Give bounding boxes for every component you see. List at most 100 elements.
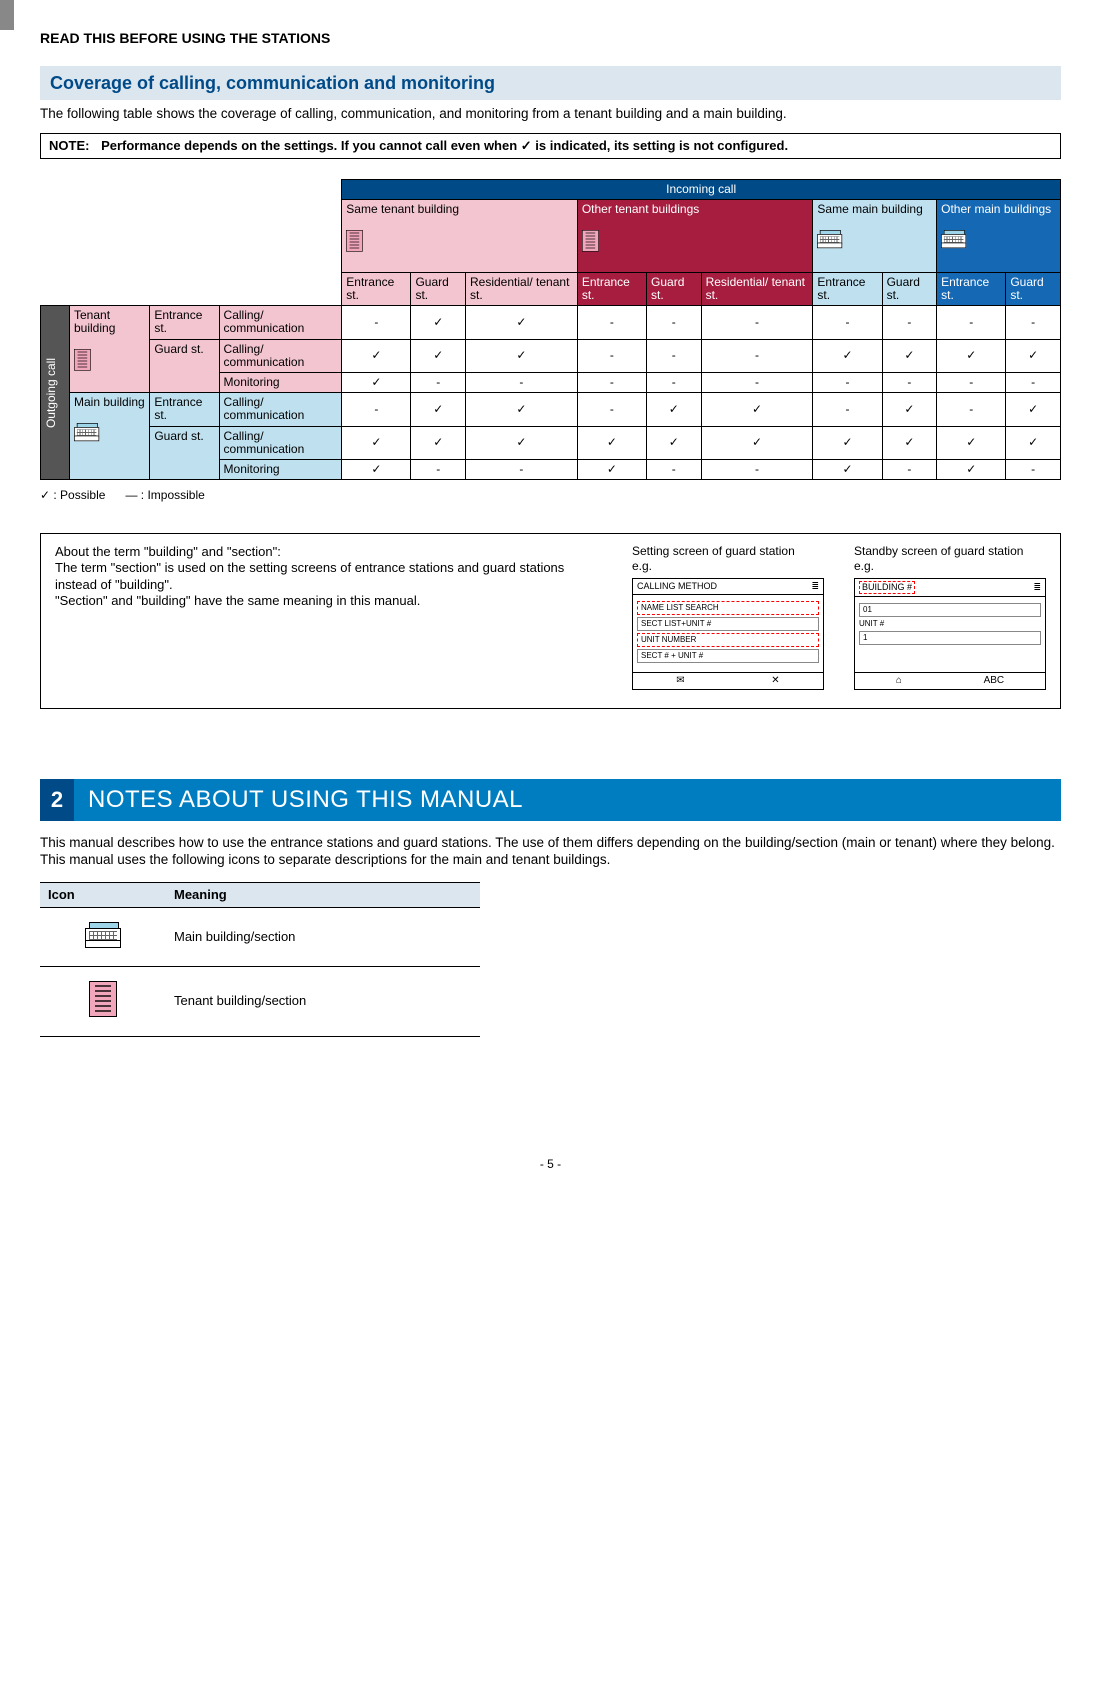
col-head: Guard st. bbox=[647, 272, 702, 305]
main-building-icon bbox=[817, 230, 842, 248]
action-label: Calling/ communication bbox=[219, 339, 342, 372]
group-same-main: Same main building bbox=[813, 200, 937, 273]
cell: - bbox=[647, 459, 702, 479]
close-icon: ✕ bbox=[771, 675, 779, 688]
group-label: Same tenant building bbox=[346, 202, 459, 216]
cell: - bbox=[466, 373, 578, 393]
cell: ✓ bbox=[647, 393, 702, 426]
group-same-tenant: Same tenant building bbox=[342, 200, 578, 273]
icon-meaning-table: Icon Meaning Main building/section Tenan… bbox=[40, 882, 480, 1037]
action-label: Calling/ communication bbox=[219, 306, 342, 339]
shot-row: 01 bbox=[859, 603, 1041, 617]
menu-icon: ≣ bbox=[1033, 582, 1041, 593]
cell: ✓ bbox=[701, 393, 813, 426]
th-icon: Icon bbox=[40, 882, 166, 907]
col-head: Entrance st. bbox=[937, 272, 1006, 305]
outgoing-label: Outgoing call bbox=[45, 358, 58, 428]
incoming-header: Incoming call bbox=[342, 180, 1061, 200]
tenant-building-icon bbox=[89, 981, 117, 1017]
cell: ✓ bbox=[813, 459, 882, 479]
mail-icon: ✉ bbox=[676, 675, 684, 688]
cell: ✓ bbox=[411, 426, 466, 459]
cell: - bbox=[1006, 373, 1061, 393]
cell: - bbox=[342, 306, 411, 339]
note-label: NOTE: bbox=[49, 138, 89, 153]
cell: ✓ bbox=[342, 426, 411, 459]
cell: - bbox=[342, 393, 411, 426]
cell: ✓ bbox=[813, 426, 882, 459]
cell: - bbox=[701, 306, 813, 339]
cell: - bbox=[1006, 459, 1061, 479]
col-head: Residential/ tenant st. bbox=[466, 272, 578, 305]
intro-paragraph: The following table shows the coverage o… bbox=[40, 106, 1061, 123]
action-label: Monitoring bbox=[219, 459, 342, 479]
cell: - bbox=[577, 373, 646, 393]
action-label: Monitoring bbox=[219, 373, 342, 393]
page-number: - 5 - bbox=[40, 1157, 1061, 1172]
shot2-caption: Standby screen of guard station bbox=[854, 544, 1046, 559]
cell: - bbox=[1006, 306, 1061, 339]
tenant-building-icon bbox=[346, 230, 363, 252]
cell: ✓ bbox=[411, 306, 466, 339]
shot-title: CALLING METHOD bbox=[637, 581, 717, 592]
main-building-icon bbox=[85, 922, 121, 948]
cell: - bbox=[411, 373, 466, 393]
cell: - bbox=[882, 373, 937, 393]
col-head: Entrance st. bbox=[342, 272, 411, 305]
th-meaning: Meaning bbox=[166, 882, 480, 907]
cell: ✓ bbox=[466, 426, 578, 459]
side-tab bbox=[0, 0, 14, 30]
note-box: NOTE: Performance depends on the setting… bbox=[40, 133, 1061, 159]
cell: ✓ bbox=[882, 393, 937, 426]
cell: - bbox=[466, 459, 578, 479]
coverage-table: Incoming call Same tenant building Other… bbox=[40, 179, 1061, 480]
tenant-building-icon bbox=[582, 230, 599, 252]
col-head: Guard st. bbox=[1006, 272, 1061, 305]
legend: ✓ : Possible — : Impossible bbox=[40, 488, 1061, 503]
cell: ✓ bbox=[577, 459, 646, 479]
cell: - bbox=[411, 459, 466, 479]
cell: ✓ bbox=[647, 426, 702, 459]
group-other-main: Other main buildings bbox=[937, 200, 1061, 273]
cell: - bbox=[577, 339, 646, 372]
cell: - bbox=[701, 459, 813, 479]
cell: ✓ bbox=[1006, 426, 1061, 459]
col-head: Guard st. bbox=[882, 272, 937, 305]
icon-cell bbox=[40, 967, 166, 1036]
group-label: Other main buildings bbox=[941, 202, 1051, 216]
standby-screen-mock: BUILDING #≣ 01 UNIT # 1 ⌂ ABC bbox=[854, 578, 1046, 690]
station-label: Entrance st. bbox=[150, 393, 219, 426]
shot-row: 1 bbox=[859, 631, 1041, 645]
cell: ✓ bbox=[937, 459, 1006, 479]
cell: - bbox=[937, 373, 1006, 393]
cell: ✓ bbox=[813, 339, 882, 372]
term-title: About the term "building" and "section": bbox=[55, 544, 602, 560]
main-building-icon bbox=[74, 423, 99, 441]
legend-impossible: — : Impossible bbox=[125, 488, 204, 502]
cell: - bbox=[701, 373, 813, 393]
cell: - bbox=[577, 393, 646, 426]
cell: - bbox=[577, 306, 646, 339]
cell: ✓ bbox=[882, 426, 937, 459]
meaning-cell: Main building/section bbox=[166, 908, 480, 967]
cell: - bbox=[937, 393, 1006, 426]
cell: ✓ bbox=[411, 393, 466, 426]
shot-row: UNIT # bbox=[859, 619, 1041, 629]
cell: ✓ bbox=[882, 339, 937, 372]
shot1-caption: Setting screen of guard station bbox=[632, 544, 824, 559]
chapter-title: NOTES ABOUT USING THIS MANUAL bbox=[74, 779, 1061, 821]
sub-heading: Coverage of calling, communication and m… bbox=[40, 66, 1061, 101]
shot-row: NAME LIST SEARCH bbox=[637, 601, 819, 615]
shot-row: UNIT NUMBER bbox=[637, 633, 819, 647]
cell: ✓ bbox=[1006, 339, 1061, 372]
station-label: Entrance st. bbox=[150, 306, 219, 339]
action-label: Calling/ communication bbox=[219, 426, 342, 459]
cell: - bbox=[647, 339, 702, 372]
cell: - bbox=[701, 339, 813, 372]
chapter-paragraph: This manual describes how to use the ent… bbox=[40, 835, 1061, 869]
setting-screen-mock: CALLING METHOD≣ NAME LIST SEARCH SECT LI… bbox=[632, 578, 824, 690]
term-box: About the term "building" and "section":… bbox=[40, 533, 1061, 709]
col-head: Entrance st. bbox=[813, 272, 882, 305]
chapter-bar: 2 NOTES ABOUT USING THIS MANUAL bbox=[40, 779, 1061, 821]
cell: - bbox=[813, 306, 882, 339]
